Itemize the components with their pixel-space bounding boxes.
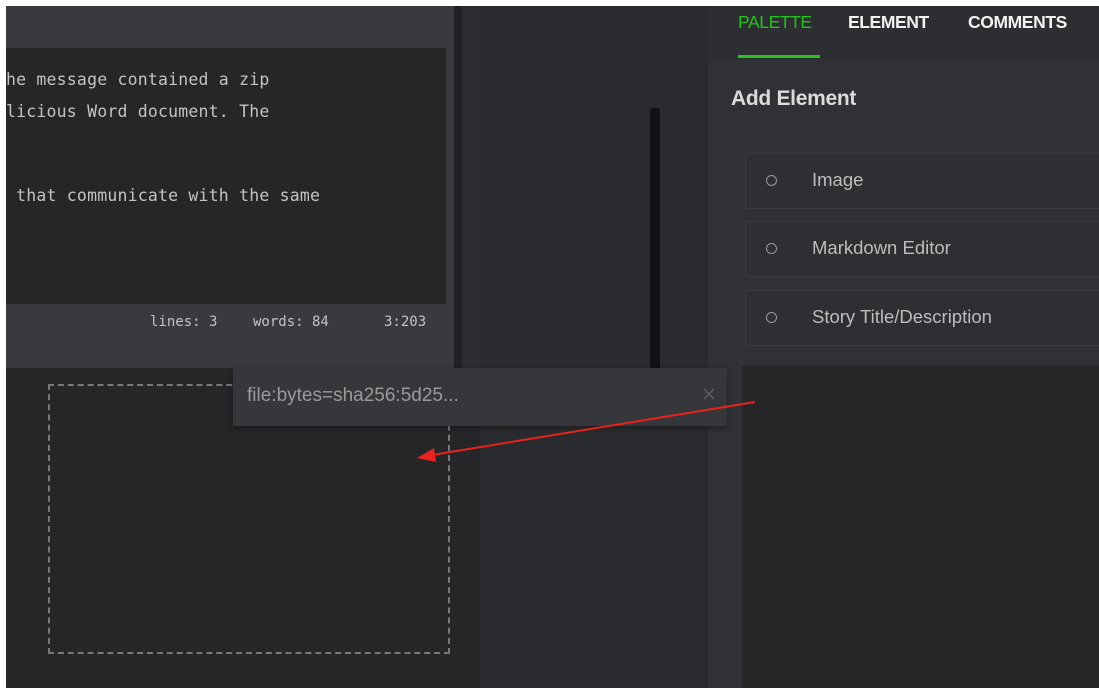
tab-comments[interactable]: COMMENTS: [968, 12, 1067, 33]
editor-text-area[interactable]: he message contained a zip licious Word …: [6, 48, 446, 304]
editor-line: licious Word document. The: [6, 102, 270, 121]
word-count: words: 84: [253, 314, 329, 330]
palette-item-label: Markdown Editor: [812, 237, 951, 258]
palette-item-label: Story Title/Description: [812, 306, 992, 327]
line-count: lines: 3: [150, 314, 218, 330]
palette-item-label: Image: [812, 169, 864, 190]
close-icon[interactable]: [699, 384, 719, 404]
palette-item-story-title[interactable]: Story Title/Description: [745, 290, 1099, 346]
editor-line: that communicate with the same: [6, 186, 321, 205]
cursor-position: 3:203: [384, 314, 427, 330]
palette-item-markdown-editor[interactable]: Markdown Editor: [745, 221, 1099, 277]
markdown-editor-panel: he message contained a zip licious Word …: [6, 6, 454, 368]
right-sidebar: PALETTE ELEMENT COMMENTS Add Element Ima…: [708, 6, 1099, 688]
active-tab-indicator: [738, 55, 820, 58]
app-window: he message contained a zip licious Word …: [6, 6, 1099, 688]
tab-element[interactable]: ELEMENT: [848, 12, 929, 33]
tab-bar: PALETTE ELEMENT COMMENTS: [708, 6, 1099, 60]
file-hash-text: file:bytes=sha256:5d25...: [247, 385, 459, 406]
element-area: [742, 366, 1099, 688]
scrollbar[interactable]: [650, 108, 660, 398]
file-tooltip: file:bytes=sha256:5d25...: [233, 368, 727, 426]
palette-item-image[interactable]: Image: [745, 153, 1099, 209]
panel-divider: [454, 6, 462, 368]
editor-line: he message contained a zip: [6, 70, 270, 89]
radio-circle-icon: [766, 243, 777, 254]
middle-column: [480, 6, 708, 688]
radio-circle-icon: [766, 312, 777, 323]
tab-palette[interactable]: PALETTE: [738, 12, 812, 33]
radio-circle-icon: [766, 175, 777, 186]
add-element-heading: Add Element: [731, 87, 857, 110]
